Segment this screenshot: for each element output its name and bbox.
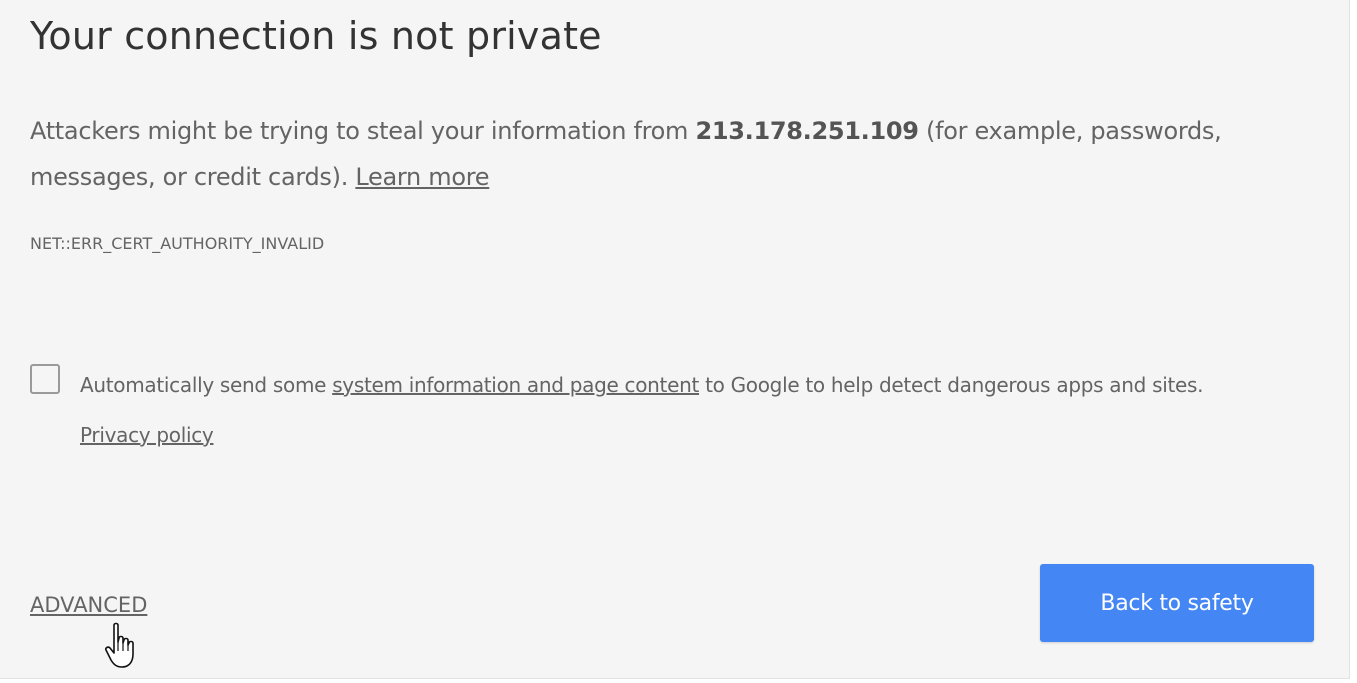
interstitial-panel: Your connection is not private Attackers… bbox=[0, 0, 1350, 679]
message-prefix: Attackers might be trying to steal your … bbox=[30, 117, 696, 145]
warning-message: Attackers might be trying to steal your … bbox=[30, 108, 1320, 200]
learn-more-link[interactable]: Learn more bbox=[355, 163, 489, 191]
host-address: 213.178.251.109 bbox=[695, 117, 919, 145]
opt-in-text-before: Automatically send some bbox=[80, 373, 333, 397]
page-title: Your connection is not private bbox=[30, 14, 602, 58]
report-opt-in-label: Automatically send some system informati… bbox=[80, 360, 1230, 460]
advanced-button[interactable]: ADVANCED bbox=[30, 593, 147, 617]
opt-in-text-after: to Google to help detect dangerous apps … bbox=[699, 373, 1204, 397]
back-to-safety-button[interactable]: Back to safety bbox=[1040, 564, 1314, 642]
hand-pointer-icon bbox=[105, 622, 134, 668]
error-code: NET::ERR_CERT_AUTHORITY_INVALID bbox=[30, 234, 325, 253]
report-opt-in-checkbox[interactable] bbox=[30, 364, 60, 394]
system-information-link[interactable]: system information and page content bbox=[332, 373, 699, 397]
privacy-policy-link[interactable]: Privacy policy bbox=[80, 423, 214, 447]
